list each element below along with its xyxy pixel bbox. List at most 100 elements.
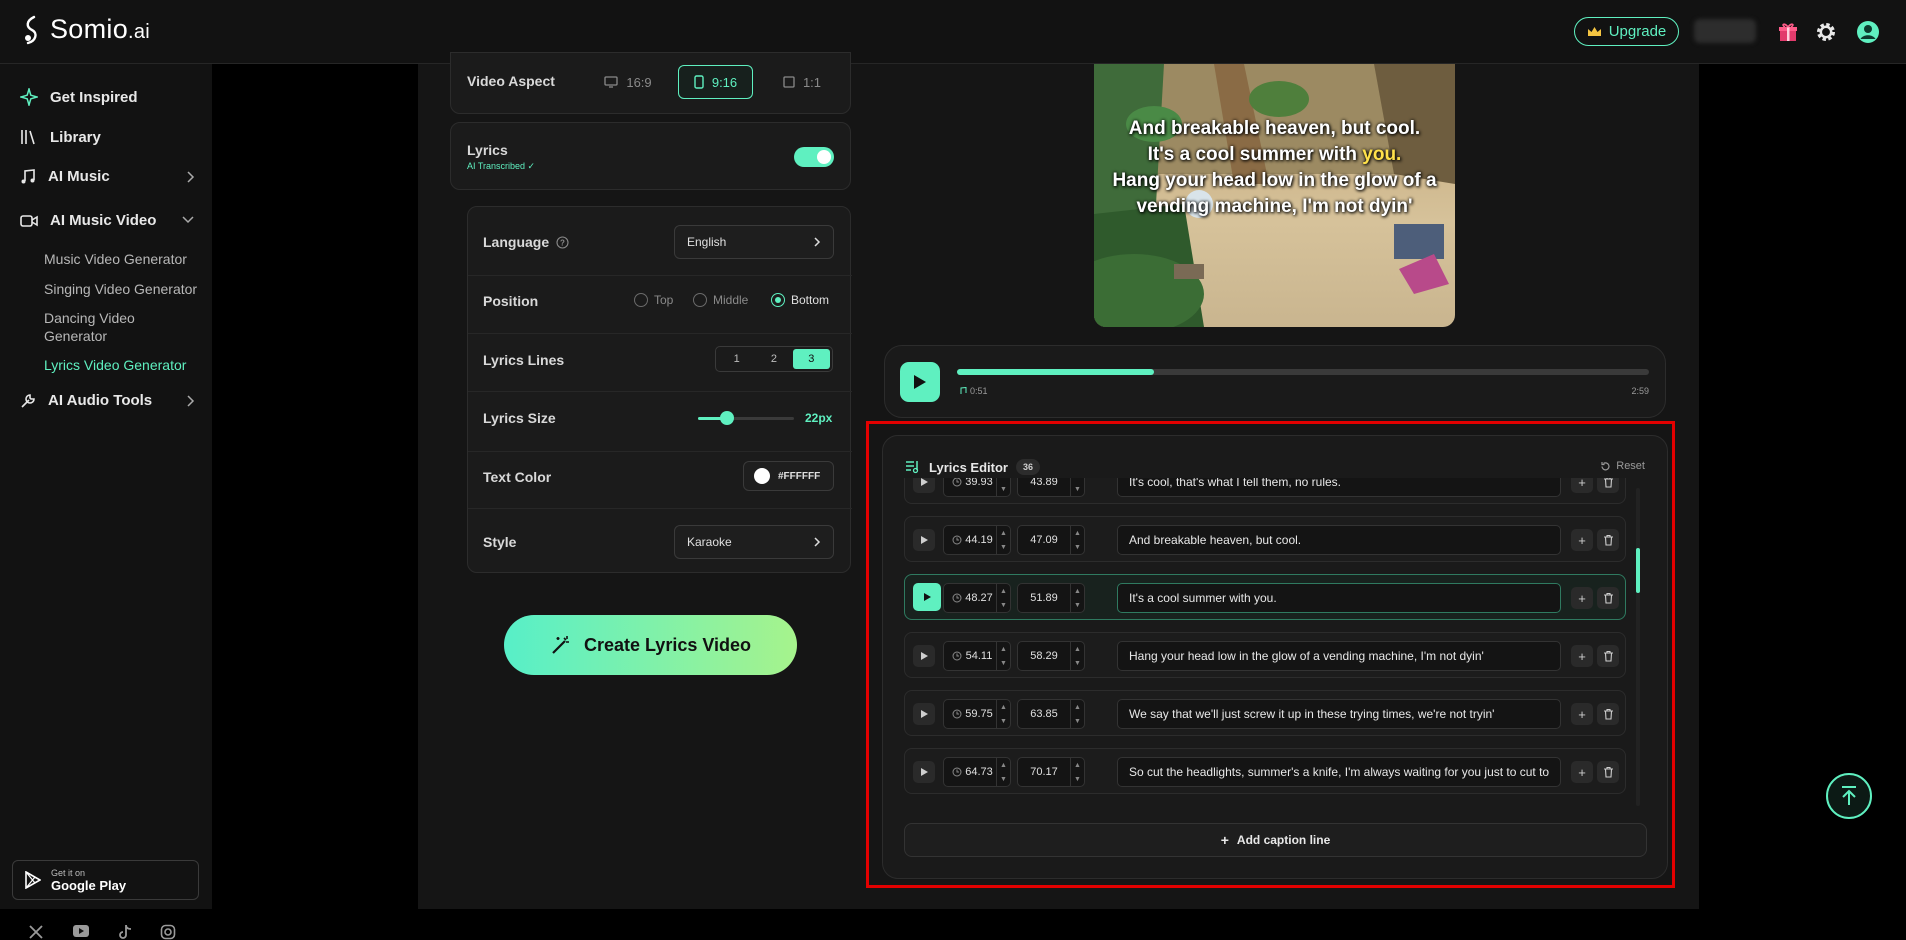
lyrics-toggle[interactable]: [794, 147, 834, 167]
video-aspect-label: Video Aspect: [467, 73, 555, 89]
music-note-icon: [960, 386, 967, 394]
logo[interactable]: Somio.ai: [22, 14, 150, 45]
magic-wand-icon: [552, 636, 569, 654]
language-select[interactable]: English: [674, 225, 834, 259]
wrench-icon: [21, 393, 35, 408]
lyrics-card: Lyrics AI Transcribed ✓: [450, 122, 851, 190]
gift-icon[interactable]: [1775, 19, 1801, 45]
upgrade-label: Upgrade: [1608, 23, 1667, 40]
sidebar-subitem-lyrics-video-generator[interactable]: Lyrics Video Generator: [44, 356, 204, 374]
chevron-right-icon: [187, 171, 195, 183]
chevron-down-icon: [182, 216, 194, 224]
divider: [468, 451, 852, 452]
avatar[interactable]: [1855, 19, 1881, 45]
preview-lyrics: And breakable heaven, but cool. It's a c…: [1094, 116, 1455, 220]
instagram-icon[interactable]: [160, 924, 176, 940]
sidebar-item-ai-audio-tools[interactable]: AI Audio Tools: [20, 392, 195, 409]
aspect-16-9-button[interactable]: 16:9: [597, 65, 659, 99]
sidebar-item-label: Get Inspired: [50, 88, 138, 106]
tiktok-icon[interactable]: [118, 924, 132, 940]
gear-icon[interactable]: [1813, 19, 1839, 45]
logo-icon: [25, 15, 37, 44]
x-twitter-icon[interactable]: [28, 924, 44, 940]
sidebar-item-label: AI Audio Tools: [48, 392, 153, 409]
lines-option-3[interactable]: 3: [792, 349, 830, 369]
position-top-radio[interactable]: Top: [634, 293, 673, 307]
music-note-icon: [21, 168, 35, 183]
text-color-label: Text Color: [483, 469, 552, 485]
sidebar-item-ai-music-video[interactable]: AI Music Video: [20, 212, 195, 229]
style-select[interactable]: Karaoke: [674, 525, 834, 559]
preview-line-1: And breakable heaven, but cool.: [1128, 118, 1421, 139]
sidebar-item-ai-music[interactable]: AI Music: [20, 168, 195, 185]
scroll-to-top-button[interactable]: [1826, 773, 1872, 819]
audio-player: 0:51 2:59: [884, 345, 1666, 418]
social-links: [28, 924, 176, 940]
video-camera-icon: [20, 214, 38, 227]
divider: [468, 391, 852, 392]
sidebar-item-label: Library: [50, 128, 101, 146]
divider: [468, 333, 852, 334]
lines-option-1[interactable]: 1: [718, 349, 755, 369]
preview-line-3: Hang your head low in the glow of a vend…: [1112, 170, 1437, 217]
arrow-up-icon: [1842, 786, 1856, 805]
position-middle-radio[interactable]: Middle: [693, 293, 748, 307]
color-swatch: [754, 468, 770, 484]
lyrics-lines-selector: 1 2 3: [715, 346, 833, 372]
video-preview[interactable]: And breakable heaven, but cool. It's a c…: [1094, 64, 1455, 327]
google-play-text: Get it on Google Play: [51, 867, 127, 893]
phone-icon: [694, 75, 704, 89]
sidebar-subitem-dancing-video-generator[interactable]: Dancing Video Generator: [44, 309, 154, 345]
lyrics-size-label: Lyrics Size: [483, 410, 556, 426]
svg-text:?: ?: [560, 238, 565, 247]
sidebar: Get Inspired Library AI Music AI Music V…: [0, 64, 212, 940]
total-time: 2:59: [1631, 386, 1649, 396]
crown-icon: [1587, 26, 1601, 36]
upgrade-button[interactable]: Upgrade: [1574, 17, 1679, 46]
sidebar-subitem-music-video-generator[interactable]: Music Video Generator: [44, 250, 204, 268]
monitor-icon: [604, 76, 618, 88]
google-play-icon: [25, 871, 41, 889]
current-time: 0:51: [959, 386, 988, 396]
sidebar-item-label: AI Music Video: [50, 212, 157, 229]
text-color-picker[interactable]: #FFFFFF: [743, 461, 834, 491]
language-label: Language ?: [483, 234, 569, 250]
slider-handle[interactable]: [719, 411, 734, 425]
play-icon: [914, 375, 926, 389]
help-icon[interactable]: ?: [556, 235, 569, 249]
progress-bar[interactable]: [957, 369, 1649, 375]
sidebar-subitem-singing-video-generator[interactable]: Singing Video Generator: [44, 280, 204, 298]
divider: [468, 508, 852, 509]
sidebar-item-label: AI Music: [48, 168, 110, 185]
lines-option-2[interactable]: 2: [755, 349, 792, 369]
sparkle-icon: [20, 88, 38, 106]
aspect-1-1-button[interactable]: 1:1: [771, 65, 833, 99]
aspect-9-16-button[interactable]: 9:16: [678, 65, 753, 99]
video-aspect-card: Video Aspect 16:9 9:16 1:1: [450, 52, 851, 114]
sidebar-item-library[interactable]: Library: [20, 128, 195, 146]
highlight-annotation: [866, 421, 1675, 888]
create-lyrics-video-button[interactable]: Create Lyrics Video: [504, 615, 797, 675]
sidebar-item-get-inspired[interactable]: Get Inspired: [20, 88, 195, 106]
chevron-right-icon: [814, 537, 821, 547]
top-bar: Somio.ai Upgrade: [0, 0, 1906, 64]
chevron-right-icon: [187, 395, 195, 407]
style-label: Style: [483, 534, 517, 550]
lyrics-size-slider[interactable]: [698, 411, 794, 425]
lyrics-size-value: 22px: [805, 411, 833, 425]
play-button[interactable]: [900, 362, 940, 402]
chevron-right-icon: [814, 237, 821, 247]
square-icon: [783, 76, 795, 88]
library-icon: [21, 130, 35, 145]
google-play-button[interactable]: Get it on Google Play: [12, 860, 199, 900]
account-credits: [1694, 19, 1756, 43]
lyrics-options-card: Language ? English Position Top Middle B…: [467, 206, 852, 573]
divider: [468, 275, 852, 276]
progress-fill: [957, 369, 1155, 375]
youtube-icon[interactable]: [72, 924, 90, 938]
position-label: Position: [483, 293, 539, 309]
logo-text: Somio.ai: [50, 14, 151, 44]
position-bottom-radio[interactable]: Bottom: [771, 293, 829, 307]
preview-line-2: It's a cool summer with you.: [1147, 144, 1402, 165]
ai-transcribed-note: AI Transcribed ✓: [467, 161, 536, 171]
